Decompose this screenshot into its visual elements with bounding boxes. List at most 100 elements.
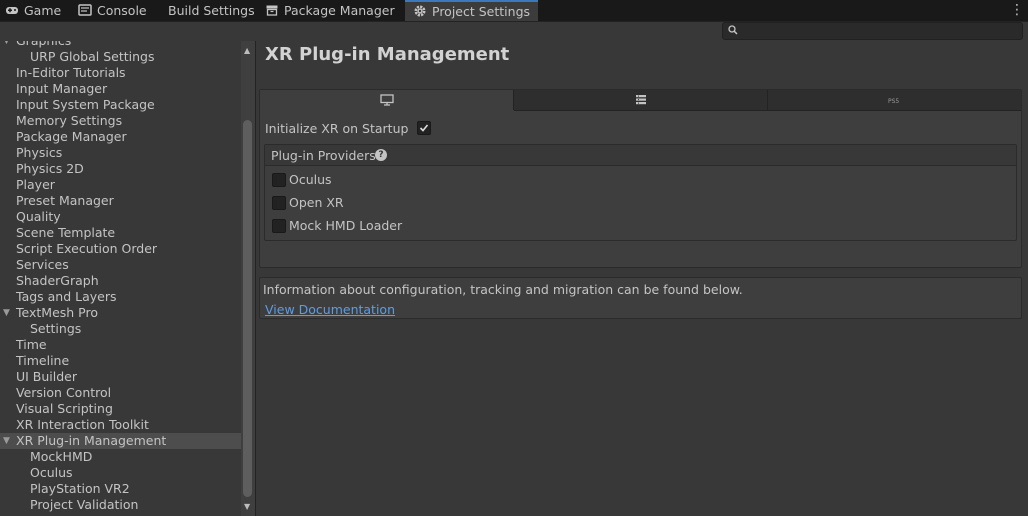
sidebar-item-graphics[interactable]: ▼ Graphics [0, 41, 241, 49]
tab-project-settings[interactable]: Project Settings [405, 0, 539, 21]
mock-hmd-loader-checkbox[interactable] [272, 219, 286, 233]
sidebar-item-version-control[interactable]: Version Control [0, 385, 241, 401]
expand-arrow-icon[interactable]: ▼ [3, 305, 10, 321]
sidebar-item-label: Script Execution Order [16, 241, 158, 256]
sidebar-item-label: Quality [16, 209, 61, 224]
sidebar-item-label: XR Interaction Toolkit [16, 417, 149, 432]
sidebar-item-textmesh-settings[interactable]: Settings [0, 321, 241, 337]
sidebar-item-label: Package Manager [16, 129, 127, 144]
sidebar-item-visual-scripting[interactable]: Visual Scripting [0, 401, 241, 417]
plugin-providers-header: Plug-in Providers ? [265, 145, 1016, 166]
open-xr-checkbox[interactable] [272, 196, 286, 210]
console-icon [78, 4, 92, 16]
init-xr-checkbox[interactable] [417, 121, 431, 135]
page-title: XR Plug-in Management [265, 44, 510, 65]
init-xr-label: Initialize XR on Startup [265, 121, 409, 136]
platform-tabs: PS5 [260, 90, 1021, 111]
sidebar-item-label: Tags and Layers [16, 289, 117, 304]
sidebar-item-label: PlayStation VR2 [30, 481, 130, 496]
sidebar-item-input-system-package[interactable]: Input System Package [0, 97, 241, 113]
expand-arrow-icon[interactable]: ▼ [3, 433, 10, 449]
tab-project-settings-label: Project Settings [432, 4, 531, 19]
tab-console[interactable]: Console [78, 0, 147, 21]
sidebar-item-oculus[interactable]: Oculus [0, 465, 241, 481]
sidebar-item-script-execution-order[interactable]: Script Execution Order [0, 241, 241, 257]
sidebar-item-label: Preset Manager [16, 193, 114, 208]
sidebar-item-memory-settings[interactable]: Memory Settings [0, 113, 241, 129]
sidebar-item-label: Project Validation [30, 497, 139, 512]
help-icon[interactable]: ? [375, 149, 387, 161]
checkmark-icon [419, 124, 429, 132]
sidebar-item-label: Memory Settings [16, 113, 123, 128]
editor-tab-bar: Game Console Build Settings Package Mana… [0, 0, 1028, 22]
ps5-icon: PS5 [888, 98, 899, 105]
sidebar-item-label: Input System Package [16, 97, 155, 112]
expand-arrow-icon[interactable]: ▼ [3, 41, 10, 49]
sidebar-item-mockhmd[interactable]: MockHMD [0, 449, 241, 465]
tab-standalone[interactable] [260, 90, 514, 110]
sidebar-item-label: Version Control [16, 385, 112, 400]
sidebar-item-xr-plugin-management[interactable]: ▼ XR Plug-in Management [0, 433, 241, 449]
sidebar-item-label: TextMesh Pro [16, 305, 98, 320]
sidebar-item-xr-interaction-toolkit[interactable]: XR Interaction Toolkit [0, 417, 241, 433]
svg-text:PS5: PS5 [888, 98, 899, 105]
sidebar-item-textmesh-pro[interactable]: ▼ TextMesh Pro [0, 305, 241, 321]
sidebar-item-label: XR Plug-in Management [16, 433, 167, 448]
sidebar-item-label: Time [16, 337, 47, 352]
info-box: Information about configuration, trackin… [259, 277, 1022, 319]
sidebar-item-urp-global-settings[interactable]: URP Global Settings [0, 49, 241, 65]
sidebar-item-package-manager[interactable]: Package Manager [0, 129, 241, 145]
info-text: Information about configuration, trackin… [263, 282, 743, 297]
search-row [0, 22, 1028, 41]
sidebar-item-project-validation[interactable]: Project Validation [0, 497, 241, 513]
sidebar-item-physics-2d[interactable]: Physics 2D [0, 161, 241, 177]
sidebar-item-label: ShaderGraph [16, 273, 99, 288]
sidebar-item-services[interactable]: Services [0, 257, 241, 273]
scrollbar-thumb[interactable] [243, 120, 252, 497]
tab-build-settings[interactable]: Build Settings [168, 0, 255, 21]
sidebar-item-preset-manager[interactable]: Preset Manager [0, 193, 241, 209]
sidebar-item-label: Physics 2D [16, 161, 84, 176]
sidebar-item-in-editor-tutorials[interactable]: In-Editor Tutorials [0, 65, 241, 81]
package-icon [266, 5, 278, 16]
tab-package-manager-label: Package Manager [284, 3, 395, 18]
tab-package-manager[interactable]: Package Manager [265, 0, 395, 21]
sidebar-item-ui-builder[interactable]: UI Builder [0, 369, 241, 385]
sidebar-item-player[interactable]: Player [0, 177, 241, 193]
sidebar-item-time[interactable]: Time [0, 337, 241, 353]
sidebar-item-label: Input Manager [16, 81, 108, 96]
sidebar-item-label: MockHMD [30, 449, 93, 464]
sidebar-item-timeline[interactable]: Timeline [0, 353, 241, 369]
sidebar-item-scene-template[interactable]: Scene Template [0, 225, 241, 241]
sidebar-item-playstation-vr2[interactable]: PlayStation VR2 [0, 481, 241, 497]
sidebar-item-shadergraph[interactable]: ShaderGraph [0, 273, 241, 289]
tab-console-label: Console [97, 3, 147, 18]
monitor-icon [379, 94, 394, 106]
sidebar-item-label: Player [16, 177, 55, 192]
sidebar-item-label: Services [16, 257, 69, 272]
settings-sidebar: ▼ Graphics URP Global Settings In-Editor … [0, 41, 256, 516]
sidebar-item-label: URP Global Settings [30, 49, 155, 64]
scroll-up-arrow-icon[interactable]: ▲ [244, 46, 250, 55]
search-icon [728, 25, 738, 35]
sidebar-item-label: Physics [16, 145, 63, 160]
sidebar-item-quality[interactable]: Quality [0, 209, 241, 225]
tab-ps5[interactable]: PS5 [768, 90, 1021, 111]
search-input[interactable] [722, 22, 1023, 40]
sidebar-item-label: UI Builder [16, 369, 78, 384]
sidebar-item-label: Timeline [16, 353, 70, 368]
settings-content: XR Plug-in Management PS5 Initialize XR … [256, 41, 1028, 516]
more-options-icon[interactable]: ⋮ [1010, 1, 1024, 19]
tab-game[interactable]: Game [5, 0, 61, 21]
view-documentation-link[interactable]: View Documentation [265, 302, 395, 317]
oculus-checkbox[interactable] [272, 173, 286, 187]
sidebar-item-tags-and-layers[interactable]: Tags and Layers [0, 289, 241, 305]
sidebar-item-input-manager[interactable]: Input Manager [0, 81, 241, 97]
xr-settings-panel: PS5 Initialize XR on Startup Plug-in Pro… [259, 89, 1022, 268]
sidebar-item-physics[interactable]: Physics [0, 145, 241, 161]
plugin-providers-box: Plug-in Providers ? Oculus Open XR Mock … [264, 144, 1017, 241]
android-icon [635, 95, 646, 105]
tab-android[interactable] [514, 90, 768, 111]
scroll-down-arrow-icon[interactable]: ▼ [244, 502, 250, 511]
sidebar-item-label: Graphics [16, 41, 71, 49]
